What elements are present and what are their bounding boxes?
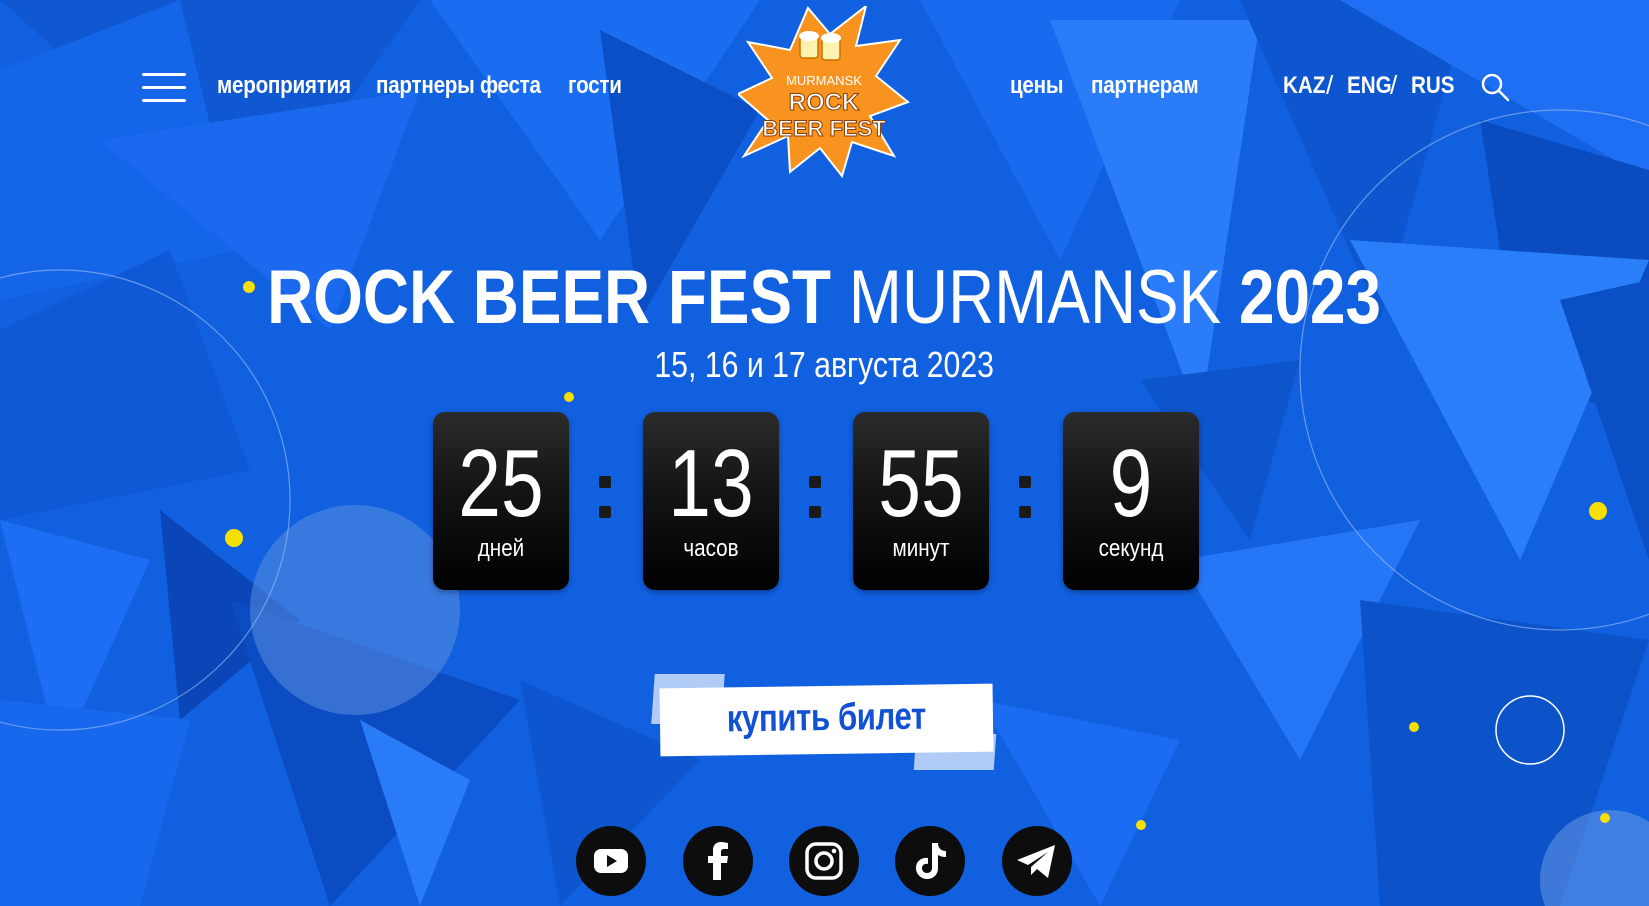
countdown-label: минут: [892, 535, 950, 562]
countdown-value: 13: [668, 430, 754, 537]
buy-ticket-button[interactable]: купить билет: [659, 683, 994, 757]
countdown-value: 25: [458, 430, 544, 537]
facebook-icon[interactable]: [683, 826, 753, 896]
buy-ticket-area: купить билет: [650, 674, 1000, 774]
countdown-minutes: 55 минут: [853, 412, 989, 590]
youtube-icon[interactable]: [576, 826, 646, 896]
hero-title-year: 2023: [1239, 255, 1382, 340]
telegram-icon[interactable]: [1002, 826, 1072, 896]
nav-link-guests[interactable]: гости: [568, 72, 622, 100]
countdown-value: 9: [1109, 430, 1153, 537]
hero-title-city: MURMANSK: [849, 255, 1222, 340]
countdown-label: дней: [477, 535, 525, 562]
lang-kaz[interactable]: KAZ: [1283, 72, 1325, 100]
countdown-separator: [599, 476, 611, 518]
logo-text-beerfest: BEER FEST: [762, 116, 886, 141]
logo-text-rock: ROCK: [789, 89, 860, 116]
buy-ticket-label: купить билет: [726, 695, 927, 741]
lang-separator: /: [1326, 70, 1334, 100]
hero-title-bold: ROCK BEER FEST: [267, 255, 832, 340]
lang-separator: /: [1390, 70, 1398, 100]
search-icon[interactable]: [1480, 72, 1510, 102]
countdown-separator: [1019, 476, 1031, 518]
logo-badge: MURMANSK ROCK BEER FEST: [736, 3, 910, 179]
countdown-label: секунд: [1098, 535, 1164, 562]
logo-text-city: MURMANSK: [786, 73, 862, 88]
menu-icon[interactable]: [142, 73, 186, 103]
nav-link-events[interactable]: мероприятия: [217, 72, 351, 100]
site-header: мероприятия партнеры феста гости MURMANS…: [0, 0, 1649, 180]
nav-link-prices[interactable]: цены: [1010, 72, 1063, 100]
lang-rus[interactable]: RUS: [1411, 72, 1455, 100]
countdown-hours: 13 часов: [643, 412, 779, 590]
nav-link-fest-partners[interactable]: партнеры феста: [376, 72, 541, 100]
instagram-icon[interactable]: [789, 826, 859, 896]
countdown-separator: [809, 476, 821, 518]
countdown-seconds: 9 секунд: [1063, 412, 1199, 590]
hero-title: ROCK BEER FEST MURMANSK 2023: [0, 253, 1649, 343]
lang-eng[interactable]: ENG: [1347, 72, 1392, 100]
hero-dates-text: 15, 16 и 17 августа 2023: [654, 344, 995, 385]
tiktok-icon[interactable]: [895, 826, 965, 896]
festival-logo[interactable]: MURMANSK ROCK BEER FEST: [736, 3, 910, 179]
nav-link-for-partners[interactable]: партнерам: [1091, 72, 1199, 100]
countdown-days: 25 дней: [433, 412, 569, 590]
countdown-label: часов: [683, 535, 739, 562]
hero-dates: 15, 16 и 17 августа 2023: [0, 344, 1649, 386]
countdown-value: 55: [878, 430, 964, 537]
